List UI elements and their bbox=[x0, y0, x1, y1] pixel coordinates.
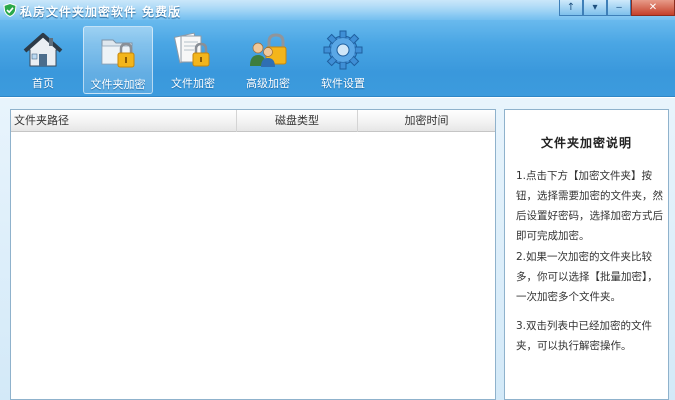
toolbar-file-encrypt-button[interactable]: 文件加密 bbox=[158, 26, 228, 94]
folder-lock-icon bbox=[101, 39, 135, 68]
help-panel: 文件夹加密说明 1.点击下方【加密文件夹】按钮，选择需要加密的文件夹，然后设置好… bbox=[504, 109, 669, 400]
toolbar-advanced-encrypt-label: 高级加密 bbox=[246, 77, 290, 90]
header-bar: 私房文件夹加密软件 免费版 ↑ ▾ ‒ ✕ 首页 文件夹加密 文件加密 高级加密… bbox=[0, 0, 675, 97]
pin-button[interactable]: ↑ bbox=[559, 0, 583, 16]
toolbar-settings-label: 软件设置 bbox=[321, 77, 365, 90]
encrypted-folder-list[interactable]: 文件夹路径 磁盘类型 加密时间 bbox=[10, 109, 496, 400]
gear-icon bbox=[323, 30, 363, 70]
column-header-encrypt-time[interactable]: 加密时间 bbox=[358, 110, 495, 132]
help-title: 文件夹加密说明 bbox=[540, 136, 632, 150]
home-icon bbox=[23, 33, 63, 67]
toolbar-folder-encrypt-button[interactable]: 文件夹加密 bbox=[83, 26, 153, 94]
column-header-folder-path[interactable]: 文件夹路径 bbox=[11, 110, 237, 132]
window-controls: ↑ ▾ ‒ ✕ bbox=[559, 0, 675, 16]
toolbar-file-encrypt-label: 文件加密 bbox=[171, 77, 215, 90]
help-item-1: 1.点击下方【加密文件夹】按钮，选择需要加密的文件夹，然后设置好密码，选择加密方… bbox=[516, 170, 663, 242]
toolbar-settings-button[interactable]: 软件设置 bbox=[308, 26, 378, 94]
toolbar-home-button[interactable]: 首页 bbox=[8, 26, 78, 94]
main-content: 文件夹路径 磁盘类型 加密时间 文件夹加密说明 1.点击下方【加密文件夹】按钮，… bbox=[0, 98, 675, 400]
toolbar-home-label: 首页 bbox=[32, 77, 54, 90]
toolbar-folder-encrypt-label: 文件夹加密 bbox=[90, 78, 146, 91]
menu-button[interactable]: ▾ bbox=[583, 0, 607, 16]
help-item-3: 3.双击列表中已经加密的文件夹，可以执行解密操作。 bbox=[516, 320, 653, 352]
column-header-disk-type[interactable]: 磁盘类型 bbox=[237, 110, 358, 132]
toolbar-advanced-encrypt-button[interactable]: 高级加密 bbox=[233, 26, 303, 94]
close-button[interactable]: ✕ bbox=[631, 0, 675, 16]
list-header: 文件夹路径 磁盘类型 加密时间 bbox=[11, 110, 495, 132]
minimize-button[interactable]: ‒ bbox=[607, 0, 631, 16]
users-lock-icon bbox=[250, 33, 287, 67]
file-lock-icon bbox=[173, 32, 210, 67]
main-toolbar: 首页 文件夹加密 文件加密 高级加密 软件设置 bbox=[8, 26, 383, 94]
app-window: 私房文件夹加密软件 免费版 ↑ ▾ ‒ ✕ 首页 文件夹加密 文件加密 高级加密… bbox=[0, 0, 675, 400]
help-item-2: 2.如果一次加密的文件夹比较多，你可以选择【批量加密】，一次加密多个文件夹。 bbox=[516, 251, 658, 303]
window-title: 私房文件夹加密软件 免费版 bbox=[20, 5, 182, 19]
shield-logo-icon bbox=[3, 3, 17, 17]
